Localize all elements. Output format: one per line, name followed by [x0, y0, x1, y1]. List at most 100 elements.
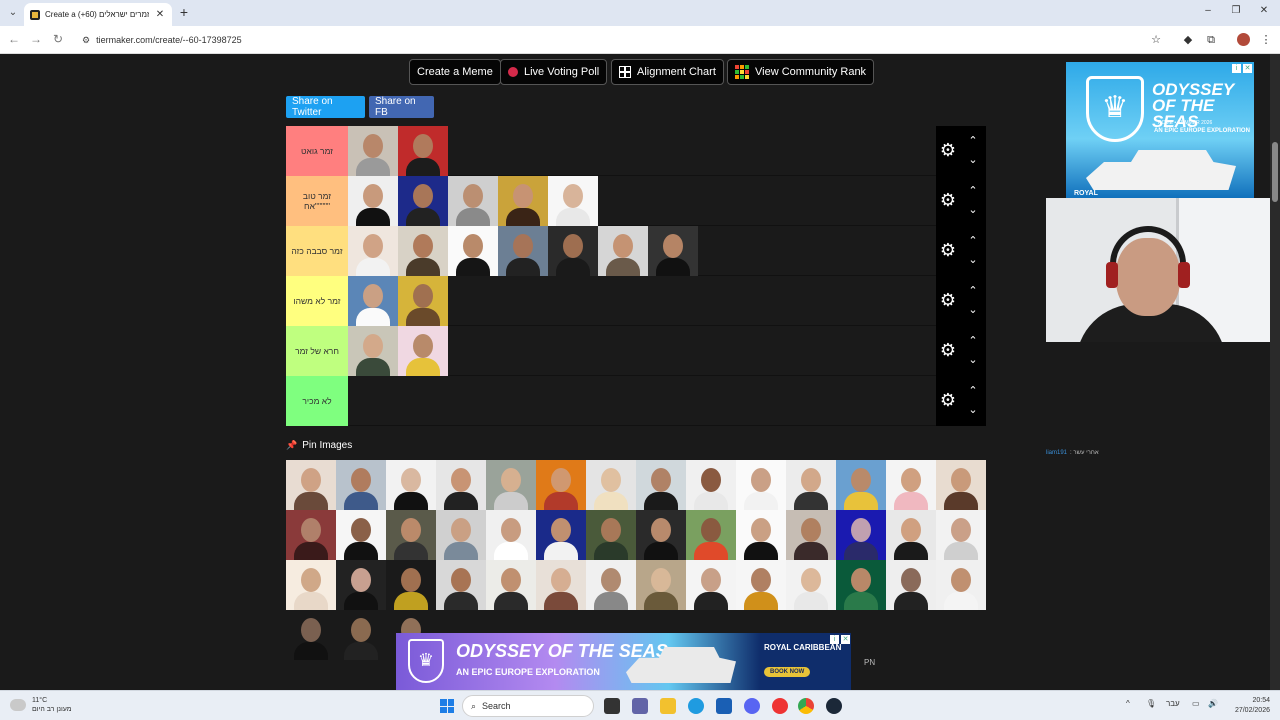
pool-item-photo[interactable]	[486, 560, 536, 610]
forward-icon[interactable]: →	[28, 32, 44, 46]
gear-icon[interactable]: ⚙	[939, 291, 957, 309]
pool-item-photo[interactable]	[936, 460, 986, 510]
menu-dots-icon[interactable]: ⋮	[1260, 34, 1272, 46]
gear-icon[interactable]: ⚙	[939, 241, 957, 259]
pool-item-photo[interactable]	[786, 460, 836, 510]
chevron-up-icon[interactable]: ⌃	[966, 136, 980, 147]
pool-item-photo[interactable]	[836, 460, 886, 510]
tier-label[interactable]: זמר טוב אח"""""	[286, 176, 348, 226]
browser-tab[interactable]: Create a (+60) זמרים ישראלים Tier ✕	[24, 3, 172, 26]
gear-icon[interactable]: ⚙	[939, 191, 957, 209]
gear-icon[interactable]: ⚙	[939, 141, 957, 159]
pool-item-photo[interactable]	[686, 460, 736, 510]
pool-item-photo[interactable]	[286, 510, 336, 560]
pin-images-toggle[interactable]: 📌 Pin Images	[286, 440, 352, 451]
chevron-down-icon[interactable]: ⌄	[966, 155, 980, 166]
tier-item-photo[interactable]	[398, 276, 448, 326]
pool-item-photo[interactable]	[536, 560, 586, 610]
tab-list-chevron-icon[interactable]: ⌄	[6, 6, 20, 20]
tier-item-photo[interactable]	[548, 226, 598, 276]
chevron-down-icon[interactable]: ⌄	[966, 205, 980, 216]
user-link[interactable]: liam191	[1046, 450, 1067, 456]
pool-item-photo[interactable]	[736, 460, 786, 510]
book-now-button[interactable]: BOOK NOW	[764, 667, 811, 677]
tier-items[interactable]	[348, 326, 986, 376]
tier-label[interactable]: חרא של זמר	[286, 326, 348, 376]
pool-item-photo[interactable]	[636, 510, 686, 560]
pool-item-photo[interactable]	[886, 460, 936, 510]
pool-item-photo[interactable]	[336, 510, 386, 560]
create-meme-button[interactable]: Create a Meme	[409, 59, 501, 85]
tier-label[interactable]: לא מכיר	[286, 376, 348, 426]
pool-item-photo[interactable]	[286, 460, 336, 510]
scrollbar-thumb[interactable]	[1272, 142, 1278, 202]
pool-item-photo[interactable]	[636, 560, 686, 610]
clock[interactable]: 20:54 27/02/2026	[1226, 696, 1270, 716]
share-twitter-button[interactable]: Share on Twitter	[286, 96, 365, 118]
site-info-icon[interactable]: ⚙	[82, 35, 90, 46]
tier-label[interactable]: זמר גואט	[286, 126, 348, 176]
chevron-down-icon[interactable]: ⌄	[966, 355, 980, 366]
app-icon[interactable]	[772, 698, 788, 714]
gear-icon[interactable]: ⚙	[939, 341, 957, 359]
ad-info-icon[interactable]: i	[830, 635, 839, 644]
task-view-icon[interactable]	[604, 698, 620, 714]
chevron-up-icon[interactable]: ⌃	[966, 336, 980, 347]
pool-item-photo[interactable]	[336, 460, 386, 510]
pool-item-photo[interactable]	[736, 510, 786, 560]
taskbar-search[interactable]: ⌕ Search	[462, 695, 594, 717]
pool-item-photo[interactable]	[336, 610, 386, 660]
close-window-button[interactable]: ✕	[1254, 5, 1274, 16]
pool-item-photo[interactable]	[586, 510, 636, 560]
tier-item-photo[interactable]	[598, 226, 648, 276]
tier-item-photo[interactable]	[448, 176, 498, 226]
pool-item-photo[interactable]	[536, 510, 586, 560]
tier-items[interactable]	[348, 176, 986, 226]
pool-item-photo[interactable]	[886, 510, 936, 560]
tier-item-photo[interactable]	[348, 326, 398, 376]
pool-item-photo[interactable]	[536, 460, 586, 510]
tier-items[interactable]	[348, 126, 986, 176]
extension-icon[interactable]: ◆	[1182, 34, 1194, 46]
back-icon[interactable]: ←	[6, 32, 22, 46]
profile-avatar[interactable]	[1237, 33, 1250, 46]
chevron-up-icon[interactable]: ⌃	[966, 186, 980, 197]
pool-item-photo[interactable]	[936, 560, 986, 610]
network-icon[interactable]: ▭	[1192, 699, 1200, 708]
pool-item-photo[interactable]	[286, 610, 336, 660]
ad-banner-bottom[interactable]: ♛ ODYSSEY OF THE SEAS AN EPIC EUROPE EXP…	[396, 633, 851, 690]
edge-icon[interactable]	[688, 698, 704, 714]
pool-item-photo[interactable]	[586, 560, 636, 610]
chevron-up-icon[interactable]: ⌃	[966, 286, 980, 297]
tier-item-photo[interactable]	[648, 226, 698, 276]
pool-item-photo[interactable]	[886, 560, 936, 610]
tier-item-photo[interactable]	[498, 176, 548, 226]
microphone-icon[interactable]: 🎙	[1146, 699, 1156, 708]
pool-item-photo[interactable]	[486, 510, 536, 560]
ad-info-icon[interactable]: i	[1232, 64, 1241, 73]
steam-icon[interactable]	[826, 698, 842, 714]
new-tab-button[interactable]: +	[176, 4, 192, 20]
page-scrollbar[interactable]	[1270, 54, 1280, 690]
pool-item-photo[interactable]	[786, 560, 836, 610]
store-icon[interactable]	[716, 698, 732, 714]
bookmark-star-icon[interactable]: ☆	[1150, 34, 1162, 46]
alignment-chart-button[interactable]: Alignment Chart	[611, 59, 724, 85]
pool-item-photo[interactable]	[686, 560, 736, 610]
pool-item-photo[interactable]	[386, 460, 436, 510]
extensions-puzzle-icon[interactable]: ⧉	[1205, 34, 1217, 46]
pool-item-photo[interactable]	[286, 560, 336, 610]
share-fb-button[interactable]: Share on FB	[369, 96, 434, 118]
chevron-down-icon[interactable]: ⌄	[966, 405, 980, 416]
tier-item-photo[interactable]	[348, 276, 398, 326]
community-rank-button[interactable]: View Community Rank	[727, 59, 875, 85]
pool-item-photo[interactable]	[936, 510, 986, 560]
language-indicator[interactable]: עבר	[1166, 699, 1180, 708]
tier-items[interactable]	[348, 376, 986, 425]
tier-label[interactable]: זמר לא משהו	[286, 276, 348, 326]
ad-close-icon[interactable]: ✕	[1243, 64, 1252, 73]
chrome-icon[interactable]	[798, 698, 814, 714]
discord-icon[interactable]	[744, 698, 760, 714]
pool-item-photo[interactable]	[386, 510, 436, 560]
tier-items[interactable]	[348, 226, 986, 276]
